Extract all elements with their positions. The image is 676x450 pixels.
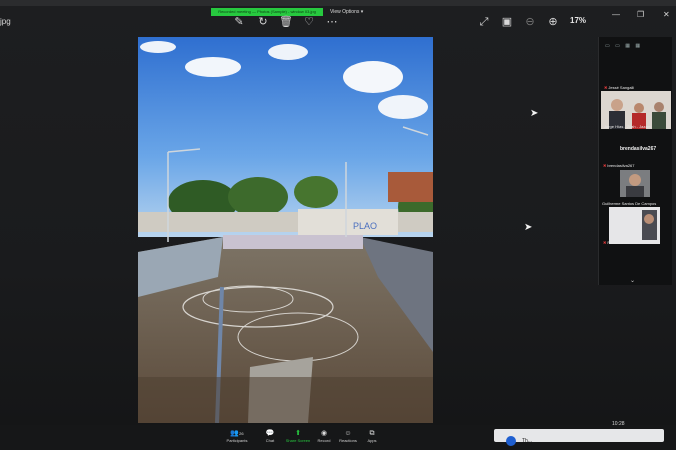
participant-3-video[interactable]: [609, 207, 660, 244]
photo-image: PLAO: [138, 37, 433, 423]
participant-1-name: ✖brendasilva267: [603, 163, 635, 168]
svg-text:PLAO: PLAO: [353, 221, 377, 231]
participant-1-image: [620, 170, 650, 197]
participants-button[interactable]: 👥26 Participants: [222, 430, 252, 444]
notification-toast[interactable]: Th...: [494, 429, 664, 446]
maximize-icon[interactable]: ❐: [637, 10, 644, 19]
clock: 10:28: [612, 421, 625, 427]
participant-3-image: [609, 207, 660, 244]
apps-icon: ⧉: [369, 430, 375, 437]
participants-label: Participants: [226, 438, 248, 443]
zoom-in-icon[interactable]: ⊕: [546, 15, 560, 29]
trash-icon[interactable]: 🗑: [279, 15, 293, 29]
speaker-name-text: Jessé Sangalli: [608, 85, 635, 90]
file-name: jpg: [0, 17, 11, 26]
participant-2-name: Guilherme Santos De Campos: [602, 201, 657, 206]
participant-3-name: ✖Paulo carlos laíoto: [603, 240, 640, 245]
participants-count: 26: [239, 431, 244, 436]
active-participant-heading: brendasilva267: [620, 146, 657, 152]
apps-label: Apps: [367, 438, 377, 443]
participants-icon: 👥26: [230, 430, 244, 437]
chat-label: Chat: [265, 438, 275, 443]
participant-3-name-text: Paulo carlos laíoto: [607, 240, 641, 245]
rotate-icon[interactable]: ↻: [256, 15, 270, 29]
chat-button[interactable]: 💬 Chat: [255, 430, 285, 444]
speaker-name: ✖Jessé Sangalli: [604, 85, 634, 90]
edit-icon[interactable]: ✎: [232, 15, 246, 29]
pointer-icon: ➤: [524, 222, 533, 233]
participant-1-video[interactable]: [620, 170, 650, 197]
close-icon[interactable]: ✕: [663, 10, 670, 19]
apps-button[interactable]: ⧉ Apps: [357, 430, 387, 444]
minimize-icon[interactable]: —: [612, 10, 620, 19]
more-icon[interactable]: ⋯: [325, 15, 339, 29]
muted-mic-icon: ✖: [604, 85, 608, 90]
panel-view-icons[interactable]: ▭ ▭ ▦ ▦: [605, 43, 642, 49]
chat-icon: 💬: [265, 430, 275, 437]
notification-icon: [506, 436, 516, 446]
cursor-icon: ➤: [530, 108, 539, 119]
participants-panel: ▭ ▭ ▦ ▦: [598, 37, 672, 285]
chevron-down-icon[interactable]: ⌄: [630, 277, 635, 284]
muted-mic-icon: ✖: [603, 240, 607, 245]
speaker-caption: Jorge Hías - Zilah - Jazzm: [604, 124, 651, 129]
zoom-out-icon[interactable]: ⊖: [523, 15, 537, 29]
monitor-bezel: [0, 0, 676, 6]
expand-icon[interactable]: ⤢: [477, 15, 491, 29]
original-size-icon[interactable]: ▣: [500, 15, 514, 29]
displayed-photo[interactable]: PLAO: [138, 37, 433, 423]
heart-icon[interactable]: ♡: [302, 15, 316, 29]
notification-text: Th...: [522, 438, 533, 444]
zoom-level: 17%: [570, 16, 587, 25]
participant-1-name-text: brendasilva267: [607, 163, 635, 168]
muted-mic-icon: ✖: [603, 163, 607, 168]
